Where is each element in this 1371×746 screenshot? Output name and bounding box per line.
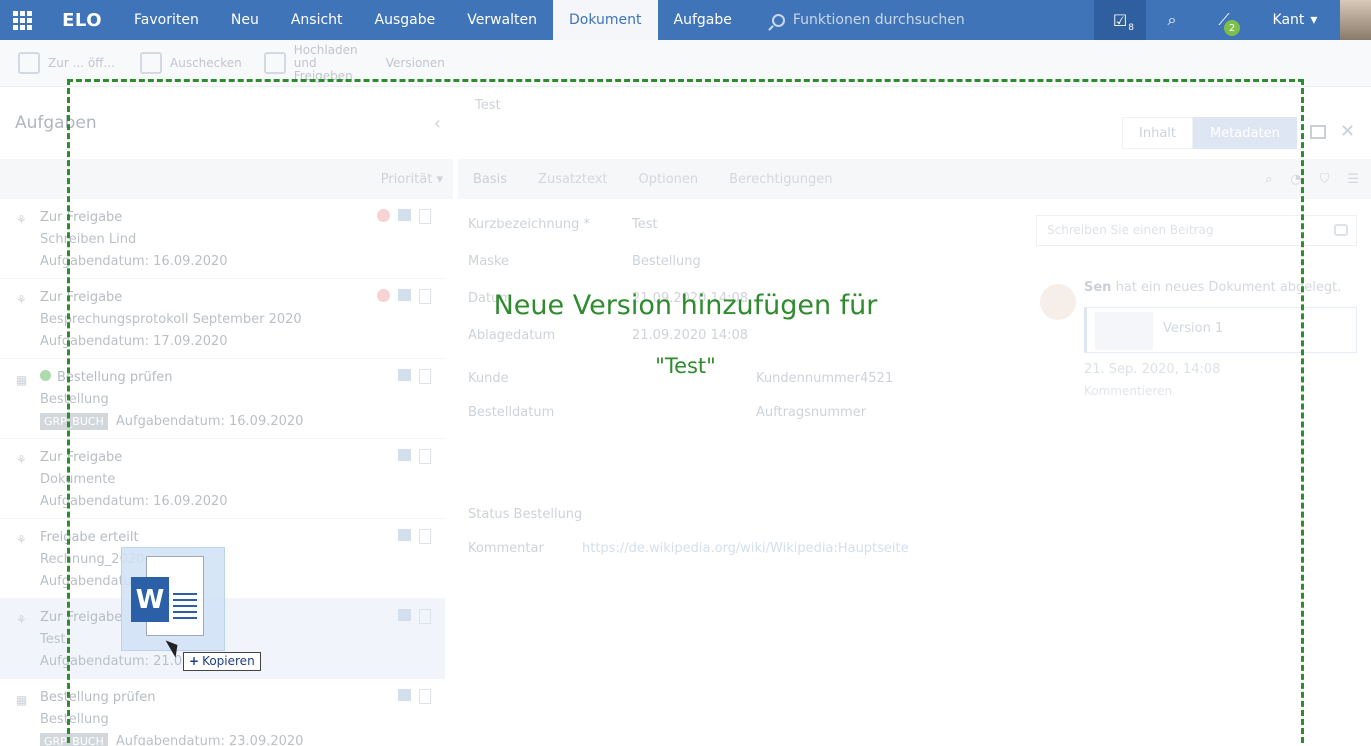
menu-ausgabe[interactable]: Ausgabe	[359, 0, 452, 40]
dropzone[interactable]	[67, 79, 1304, 746]
menu-favoriten[interactable]: Favoriten	[118, 0, 215, 40]
workflow-button[interactable]: ⟋ 2	[1198, 0, 1250, 40]
search-icon: ⌕	[1167, 10, 1177, 29]
user-menu[interactable]: Kant ▾	[1250, 0, 1340, 40]
menu-dokument[interactable]: Dokument	[553, 0, 658, 40]
top-navigation: ELO Favoriten Neu Ansicht Ausgabe Verwal…	[0, 0, 1371, 40]
menu-neu[interactable]: Neu	[215, 0, 275, 40]
plus-icon: +	[189, 654, 200, 668]
function-search-placeholder: Funktionen durchsuchen	[792, 12, 965, 28]
menu-aufgabe[interactable]: Aufgabe	[658, 0, 748, 40]
menu-ansicht[interactable]: Ansicht	[275, 0, 359, 40]
workflow-count-badge: 2	[1224, 20, 1240, 36]
checkbox-tasks-icon: ☑	[1112, 10, 1128, 30]
avatar[interactable]	[1340, 0, 1371, 40]
dragged-file[interactable]: W	[121, 547, 225, 651]
copy-tooltip-label: Kopieren	[202, 654, 255, 668]
dropzone-title: Neue Version hinzufügen für	[493, 290, 878, 321]
word-logo-icon: W	[131, 577, 169, 622]
user-name: Kant	[1272, 12, 1305, 28]
copy-tooltip: + Kopieren	[183, 652, 261, 671]
function-search[interactable]: Funktionen durchsuchen	[748, 12, 1094, 28]
menu-verwalten[interactable]: Verwalten	[451, 0, 553, 40]
app-launcher-grid-icon[interactable]	[0, 0, 44, 40]
elo-logo: ELO	[62, 9, 103, 31]
chevron-down-icon: ▾	[1310, 12, 1318, 28]
search-icon	[771, 13, 785, 27]
search-button[interactable]: ⌕	[1146, 0, 1198, 40]
tasks-count-badge: 8	[1128, 23, 1134, 33]
tasks-button[interactable]: ☑ 8	[1094, 0, 1146, 40]
dropzone-subtitle: "Test"	[655, 354, 716, 378]
